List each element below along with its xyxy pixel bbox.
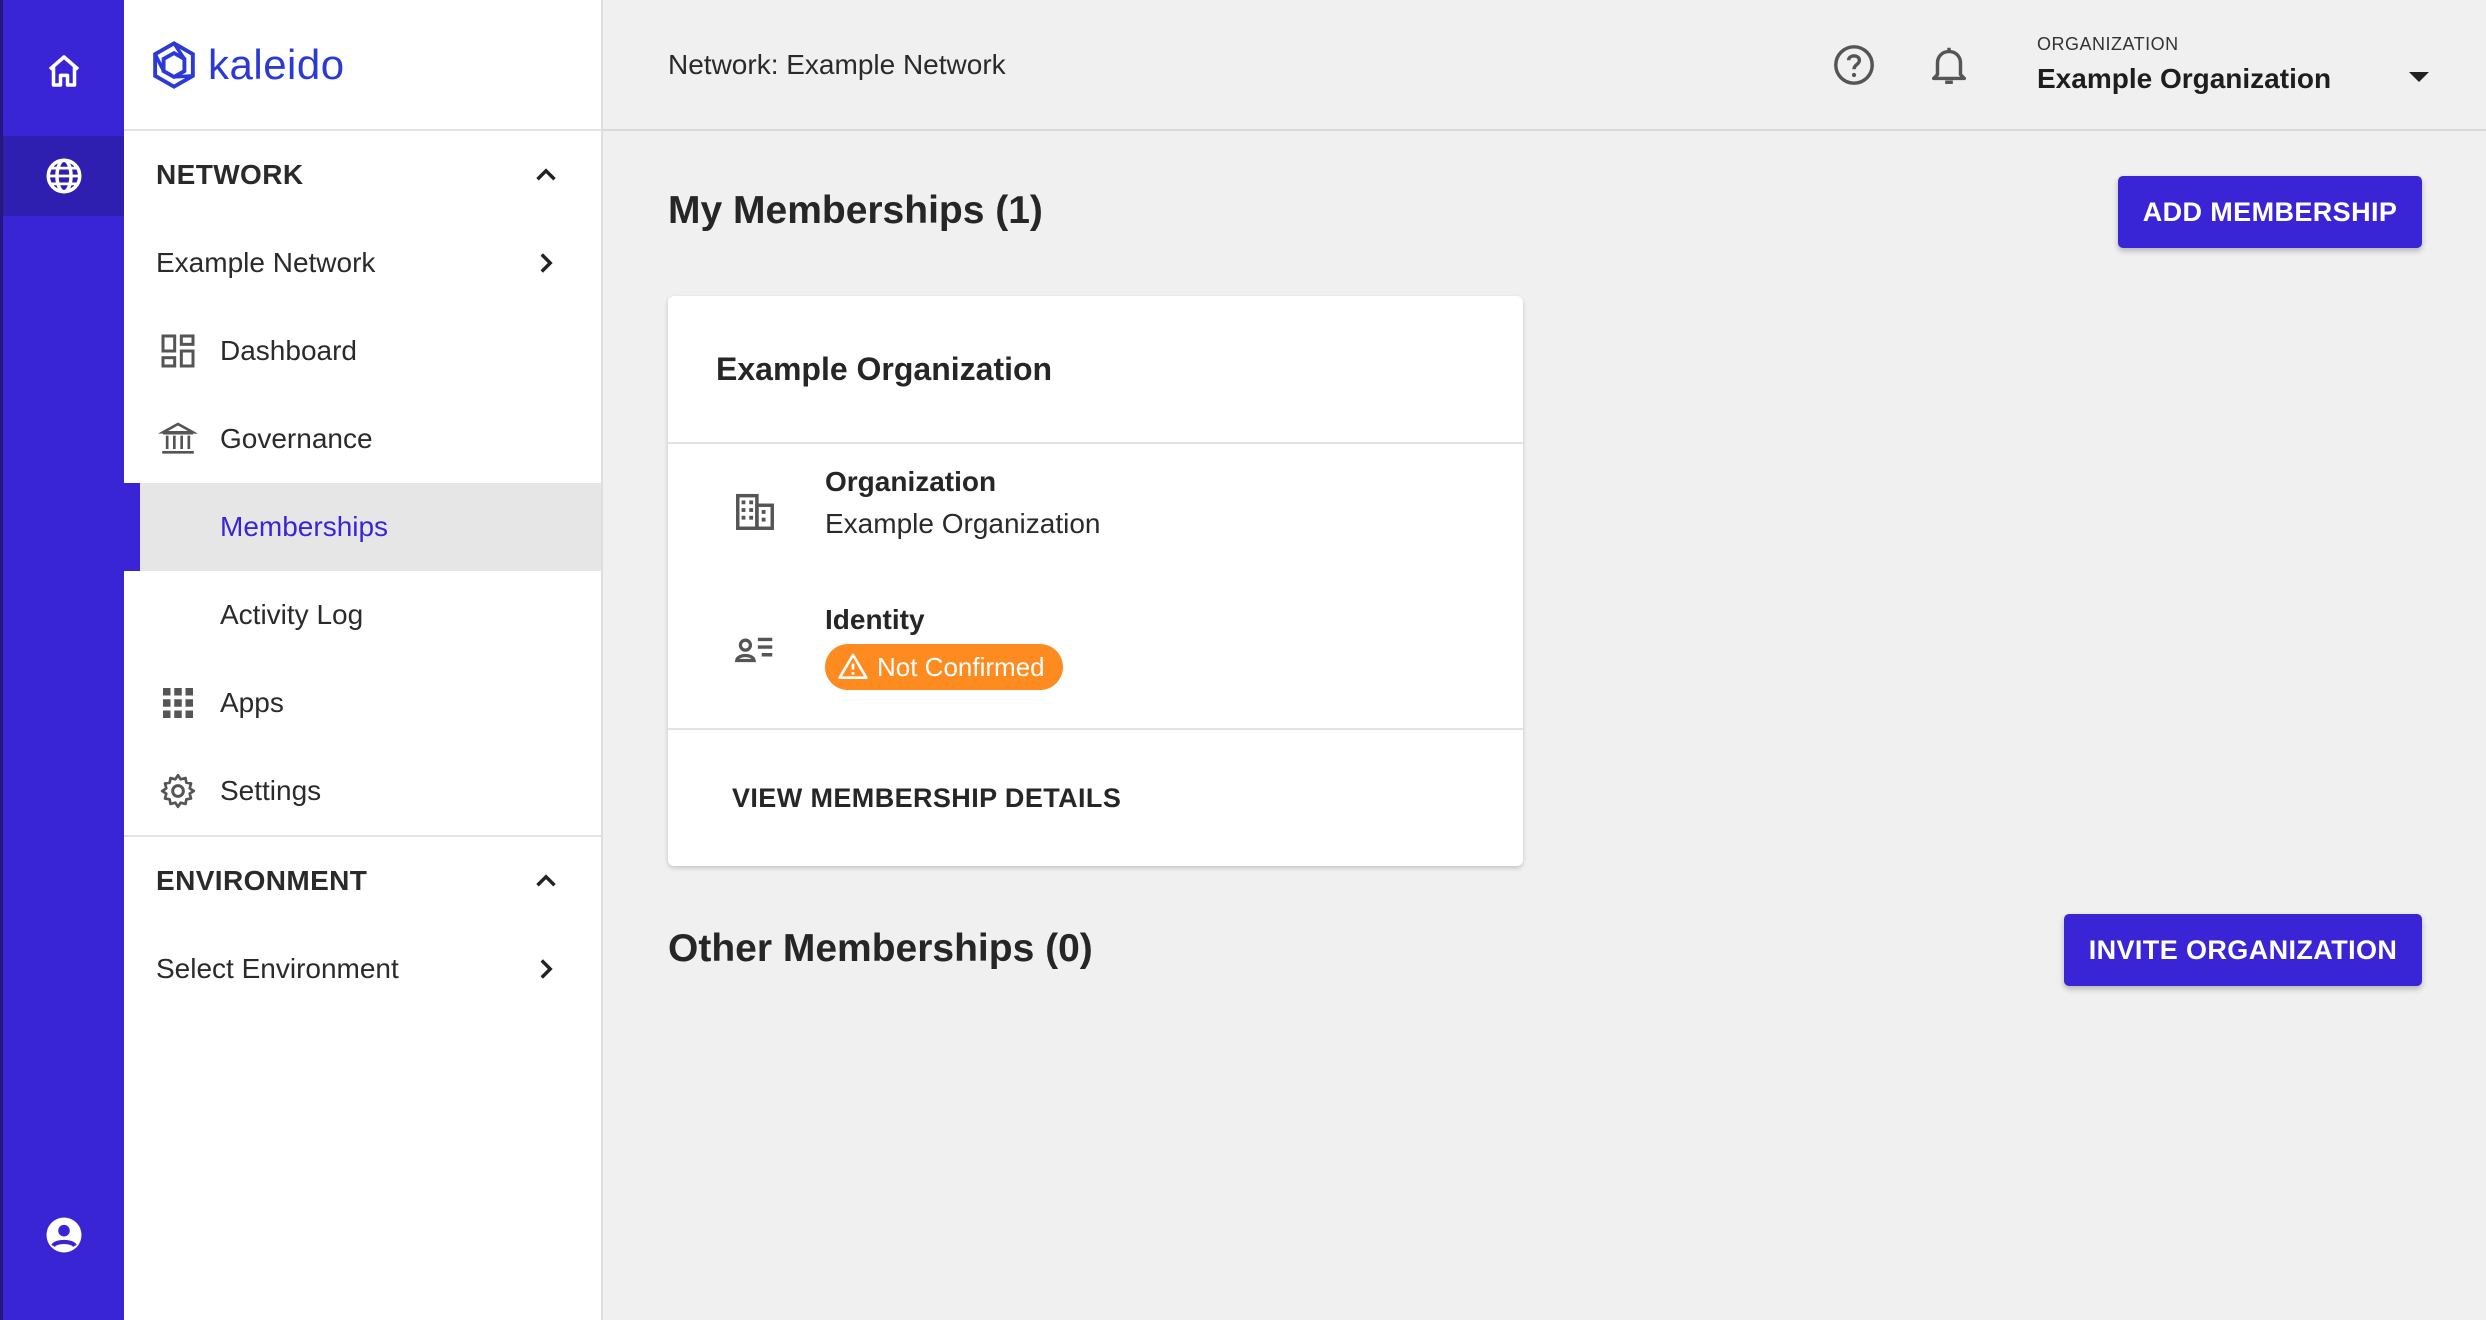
chevron-up-icon — [536, 874, 556, 887]
environment-section-label: ENVIRONMENT — [156, 865, 368, 896]
organization-select[interactable]: ORGANIZATION Example Organization — [2037, 34, 2437, 104]
kaleido-logo-icon — [153, 40, 195, 89]
gear-icon — [158, 771, 198, 811]
sidebar-item-dashboard[interactable]: Dashboard — [124, 307, 601, 395]
chevron-up-icon — [536, 168, 556, 181]
home-icon — [48, 55, 79, 87]
identity-label: Identity — [825, 604, 925, 635]
membership-card: Example Organization Organization Exampl… — [668, 296, 1523, 866]
sidebar-item-label: Dashboard — [220, 335, 357, 366]
caret-down-icon — [2409, 72, 2429, 82]
sidebar-item-governance[interactable]: Governance — [124, 395, 601, 483]
membership-card-title: Example Organization — [668, 296, 1523, 444]
view-membership-details-button[interactable]: VIEW MEMBERSHIP DETAILS — [668, 728, 1523, 866]
other-memberships-title: Other Memberships (0) — [668, 927, 1093, 970]
environment-selector-label: Select Environment — [156, 953, 399, 984]
organization-name: Example Organization — [825, 508, 1101, 539]
sidebar-item-label: Settings — [220, 775, 322, 806]
dashboard-icon — [158, 331, 198, 371]
sidebar-item-label: Activity Log — [220, 599, 364, 630]
network-selector[interactable]: Example Network — [124, 219, 601, 307]
chevron-right-icon — [540, 959, 553, 979]
help-circle-icon — [1834, 45, 1874, 85]
main-content: My Memberships (1) ADD MEMBERSHIP Exampl… — [603, 131, 2486, 1320]
home-button[interactable] — [3, 31, 124, 111]
account-button[interactable] — [3, 1195, 124, 1275]
sidebar-item-label: Apps — [220, 687, 284, 718]
app-rail — [0, 0, 124, 1320]
breadcrumb: Network: Example Network — [668, 49, 1006, 80]
network-section-header[interactable]: NETWORK — [124, 131, 601, 219]
status-badge-label: Not Confirmed — [877, 651, 1045, 682]
organization-caption: ORGANIZATION — [2037, 34, 2179, 54]
network-section-label: NETWORK — [156, 159, 304, 190]
contact-list-icon — [732, 626, 778, 672]
sidebar-item-label: Memberships — [220, 511, 389, 542]
identity-row: Identity Not Confirmed — [668, 604, 1523, 704]
sidebar-item-memberships[interactable]: Memberships — [124, 483, 601, 571]
status-badge: Not Confirmed — [825, 644, 1063, 690]
brand-logo[interactable]: kaleido — [124, 0, 601, 131]
network-selector-label: Example Network — [156, 247, 376, 278]
sidebar-item-label: Governance — [220, 423, 373, 454]
organization-row: Organization Example Organization — [668, 466, 1523, 566]
organization-label: Organization — [825, 466, 997, 497]
sidebar: kaleido NETWORK Example Network Dashboar… — [124, 0, 603, 1320]
account-circle-icon — [46, 1217, 81, 1253]
sidebar-item-activity-log[interactable]: Activity Log — [124, 571, 601, 659]
globe-icon — [46, 158, 81, 194]
chevron-right-icon — [540, 253, 553, 273]
organization-value: Example Organization — [2037, 63, 2332, 94]
bell-icon — [1931, 47, 1967, 84]
environment-selector[interactable]: Select Environment — [124, 925, 601, 1013]
top-bar: Network: Example Network ORGANIZATION Ex… — [603, 0, 2486, 131]
warning-icon — [838, 653, 868, 679]
bank-icon — [158, 419, 198, 459]
brand-name: kaleido — [208, 40, 345, 88]
notifications-button[interactable] — [1924, 40, 1974, 90]
environment-section-header[interactable]: ENVIRONMENT — [124, 837, 601, 925]
my-memberships-title: My Memberships (1) — [668, 189, 1043, 232]
sidebar-item-apps[interactable]: Apps — [124, 659, 601, 747]
building-icon — [732, 488, 778, 534]
help-button[interactable] — [1829, 40, 1879, 90]
add-membership-button[interactable]: ADD MEMBERSHIP — [2118, 176, 2422, 248]
apps-grid-icon — [158, 683, 198, 723]
network-button[interactable] — [3, 136, 124, 216]
invite-organization-button[interactable]: INVITE ORGANIZATION — [2064, 914, 2422, 986]
sidebar-item-settings[interactable]: Settings — [124, 747, 601, 835]
